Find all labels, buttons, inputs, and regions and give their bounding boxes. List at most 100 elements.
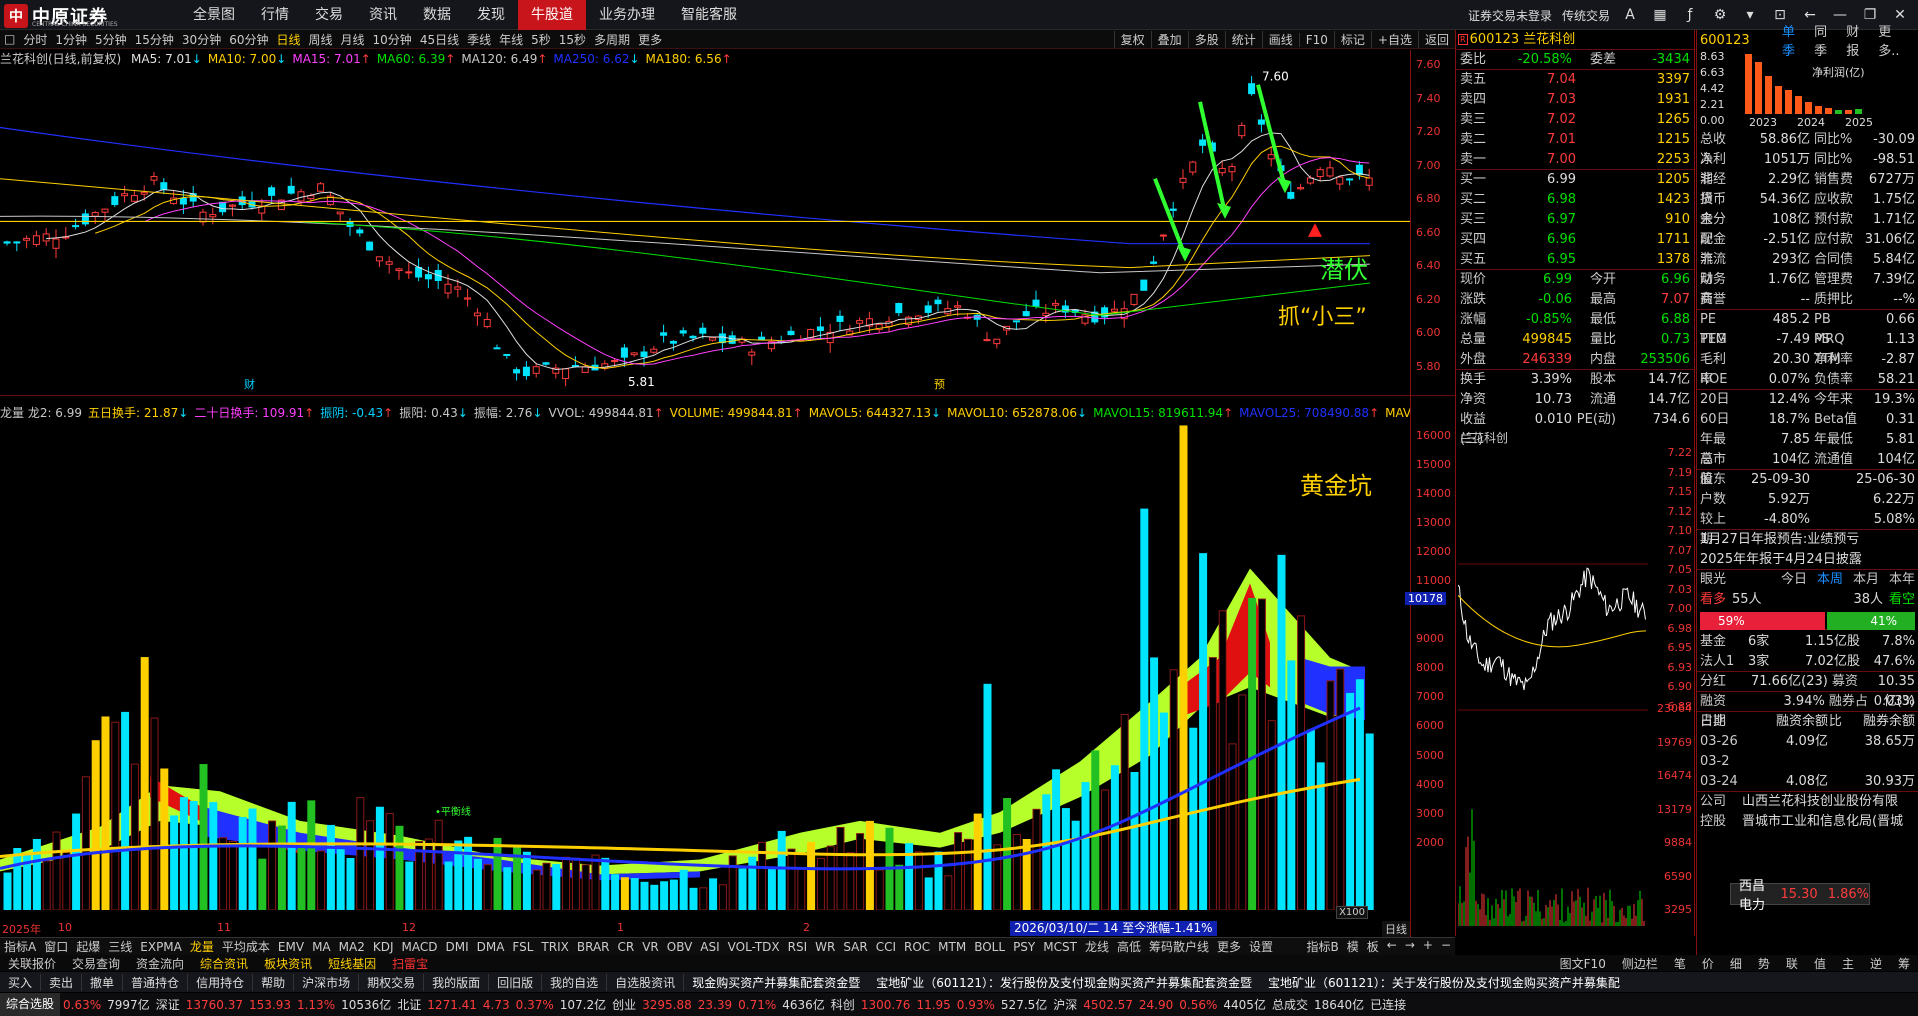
indicator-tab-14[interactable]: FSL <box>508 940 537 954</box>
indicator-tab-3[interactable]: 三线 <box>104 938 136 955</box>
indicator-tab-4[interactable]: EXPMA <box>136 940 186 954</box>
eye-tab-2[interactable]: 本月 <box>1853 572 1879 587</box>
period-14[interactable]: 15秒 <box>555 31 590 48</box>
volume-chart[interactable]: •平衡线 黄金坑 <box>0 420 1410 910</box>
indicator-tab-19[interactable]: OBV <box>663 940 697 954</box>
tool-0[interactable]: 复权 <box>1113 31 1151 48</box>
eye-tab-0[interactable]: 今日 <box>1781 572 1807 587</box>
select-stock-tab[interactable]: 综合选股 <box>0 993 61 1016</box>
period-8[interactable]: 月线 <box>337 31 369 48</box>
indicator-tab-25[interactable]: CCI <box>872 940 900 954</box>
menu-item-6[interactable]: 牛股道 <box>518 0 586 30</box>
side-tab-2[interactable]: 笔 <box>1666 955 1694 972</box>
settings-icon[interactable]: ⚙ <box>1710 7 1730 23</box>
indicator-tab-2[interactable]: 起爆 <box>72 938 104 955</box>
indicator-tab-18[interactable]: VR <box>638 940 663 954</box>
indicator-tab-30[interactable]: MCST <box>1039 940 1081 954</box>
news-item-2[interactable]: 宝地矿业（601121）：关于发行股份及支付现金购买资产并募集配 <box>1260 974 1628 991</box>
side-tab-6[interactable]: 联 <box>1778 955 1806 972</box>
stock-popup[interactable]: 西昌电力 15.30 1.86% <box>1730 879 1870 913</box>
side-tab-3[interactable]: 价 <box>1694 955 1722 972</box>
side-tab-1[interactable]: 侧边栏 <box>1614 955 1666 972</box>
side-tab-8[interactable]: 主 <box>1834 955 1862 972</box>
indicator-nav-3[interactable]: ← <box>1383 938 1401 955</box>
indicator-tab-31[interactable]: 龙线 <box>1081 938 1113 955</box>
menu-item-3[interactable]: 资讯 <box>356 0 410 30</box>
tool-5[interactable]: F10 <box>1298 32 1334 47</box>
menu-item-5[interactable]: 发现 <box>464 0 518 30</box>
indicator-tab-24[interactable]: SAR <box>839 940 871 954</box>
indicator-tab-20[interactable]: ASI <box>696 940 723 954</box>
toolbar-square-icon[interactable]: □ <box>0 32 19 46</box>
quick-btn-2[interactable]: 撤单 <box>82 973 124 991</box>
price-kline-chart[interactable]: 7.60 5.81 潜伏抓“小三” 财 预 <box>0 66 1410 394</box>
period-5[interactable]: 60分钟 <box>225 31 272 48</box>
period-6[interactable]: 日线 <box>272 31 304 48</box>
func-tab-0[interactable]: 关联报价 <box>0 955 64 972</box>
indicator-tab-9[interactable]: MA2 <box>335 940 369 954</box>
quick-btn-0[interactable]: 买入 <box>0 973 42 991</box>
tool-4[interactable]: 画线 <box>1261 31 1299 48</box>
quick-btn-6[interactable]: 沪深市场 <box>294 973 360 991</box>
indicator-tab-7[interactable]: EMV <box>274 940 308 954</box>
indicator-tab-11[interactable]: MACD <box>397 940 441 954</box>
tool-6[interactable]: 标记 <box>1333 31 1371 48</box>
indicator-tab-5[interactable]: 龙量 <box>186 938 218 955</box>
indicator-tab-28[interactable]: BOLL <box>970 940 1009 954</box>
indicator-tab-21[interactable]: VOL-TDX <box>724 940 784 954</box>
eye-tab-1[interactable]: 本周 <box>1817 572 1843 587</box>
indicator-tab-8[interactable]: MA <box>308 940 335 954</box>
grid-icon[interactable]: ▦ <box>1650 7 1670 23</box>
indicator-tab-0[interactable]: 指标A <box>0 938 40 955</box>
func-tab-6[interactable]: 扫雷宝 <box>384 955 436 972</box>
traditional-trade-link[interactable]: 传统交易 <box>1562 7 1610 24</box>
period-11[interactable]: 季线 <box>463 31 495 48</box>
indicator-tab-6[interactable]: 平均成本 <box>218 938 274 955</box>
period-7[interactable]: 周线 <box>305 31 337 48</box>
indicator-tab-16[interactable]: BRAR <box>573 940 614 954</box>
period-16[interactable]: 更多 <box>634 31 666 48</box>
menu-item-2[interactable]: 交易 <box>302 0 356 30</box>
indicator-nav-2[interactable]: 板 <box>1363 938 1383 955</box>
tool-3[interactable]: 统计 <box>1224 31 1262 48</box>
quick-btn-5[interactable]: 帮助 <box>253 973 295 991</box>
side-tab-4[interactable]: 细 <box>1722 955 1750 972</box>
tool-1[interactable]: 叠加 <box>1150 31 1188 48</box>
indicator-tab-32[interactable]: 高低 <box>1113 938 1145 955</box>
period-4[interactable]: 30分钟 <box>178 31 225 48</box>
func-tab-2[interactable]: 资金流向 <box>128 955 192 972</box>
quick-btn-3[interactable]: 普通持仓 <box>123 973 189 991</box>
period-2[interactable]: 5分钟 <box>91 31 131 48</box>
notice-2[interactable]: 2025年年报于4月24日披露 <box>1697 550 1918 570</box>
indicator-tab-15[interactable]: TRIX <box>537 940 572 954</box>
indicator-tab-23[interactable]: WR <box>811 940 839 954</box>
news-item-0[interactable]: 现金购买资产并募集配套资金暨 <box>684 974 868 991</box>
indicator-tab-33[interactable]: 筹码散户线 <box>1145 938 1213 955</box>
shirt-icon[interactable]: ▾ <box>1740 7 1760 23</box>
quick-btn-10[interactable]: 我的自选 <box>542 973 608 991</box>
period-9[interactable]: 10分钟 <box>369 31 416 48</box>
period-1[interactable]: 1分钟 <box>51 31 91 48</box>
indicator-tab-26[interactable]: ROC <box>900 940 934 954</box>
indicator-tab-1[interactable]: 窗口 <box>40 938 72 955</box>
quick-btn-8[interactable]: 我的版面 <box>424 973 490 991</box>
quick-btn-4[interactable]: 信用持仓 <box>188 973 254 991</box>
func-tab-1[interactable]: 交易查询 <box>64 955 128 972</box>
indicator-tab-17[interactable]: CR <box>614 940 639 954</box>
indicator-tab-34[interactable]: 更多 <box>1213 938 1245 955</box>
tool-8[interactable]: 返回 <box>1417 31 1455 48</box>
side-tab-0[interactable]: 图文F10 <box>1552 955 1614 972</box>
quick-btn-1[interactable]: 卖出 <box>41 973 83 991</box>
tool-7[interactable]: +自选 <box>1370 31 1418 48</box>
indicator-nav-0[interactable]: 指标B <box>1302 938 1342 955</box>
period-15[interactable]: 多周期 <box>590 31 634 48</box>
font-icon[interactable]: A <box>1620 7 1640 23</box>
menu-item-4[interactable]: 数据 <box>410 0 464 30</box>
side-tab-9[interactable]: 逆 <box>1862 955 1890 972</box>
news-item-1[interactable]: 宝地矿业（601121）：发行股份及支付现金购买资产并募集配套资金暨 <box>868 974 1260 991</box>
indicator-tab-29[interactable]: PSY <box>1009 940 1039 954</box>
quick-btn-11[interactable]: 自选股资讯 <box>607 973 685 991</box>
period-3[interactable]: 15分钟 <box>131 31 178 48</box>
intraday-mini-chart[interactable]: 兰花科创 7.22 7.19 7.15 7.12 7.10 7.07 7.05 7.03 7.00… <box>1455 430 1695 936</box>
indicator-nav-5[interactable]: + <box>1419 938 1437 955</box>
